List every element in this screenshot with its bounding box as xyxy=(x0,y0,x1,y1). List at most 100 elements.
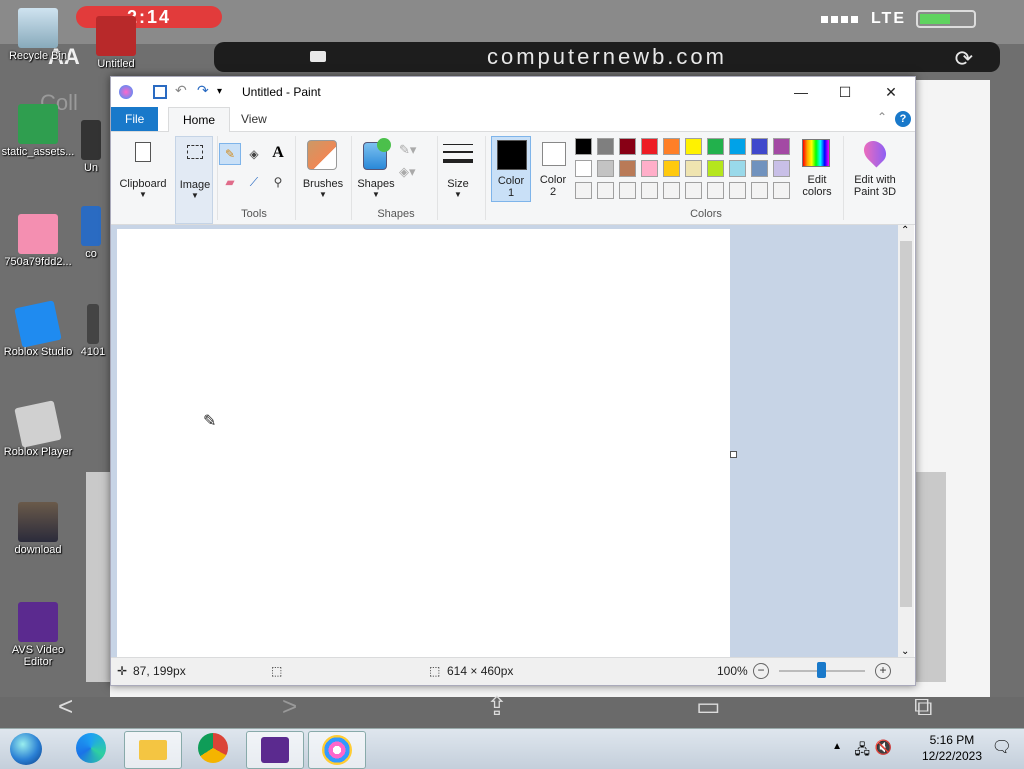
palette-swatch[interactable] xyxy=(707,160,724,177)
browser-url-bar[interactable]: computernewb.com ⟳ xyxy=(214,42,1000,72)
palette-swatch[interactable] xyxy=(641,160,658,177)
drawing-canvas[interactable]: ✎ xyxy=(117,229,730,657)
palette-swatch[interactable] xyxy=(619,160,636,177)
palette-swatch[interactable] xyxy=(619,138,636,155)
palette-swatch[interactable] xyxy=(729,138,746,155)
taskbar-chrome[interactable] xyxy=(186,731,242,767)
palette-swatch[interactable] xyxy=(729,160,746,177)
palette-swatch[interactable] xyxy=(641,138,658,155)
taskbar-file-explorer[interactable] xyxy=(124,731,182,769)
maximize-button[interactable]: ☐ xyxy=(825,81,865,103)
palette-swatch[interactable] xyxy=(751,138,768,155)
desktop-icon-static-assets[interactable]: static_assets... xyxy=(0,104,76,158)
desktop-icon-recycle-bin[interactable]: Recycle Bin xyxy=(0,8,76,62)
clipboard-button[interactable]: Clipboard ▼ xyxy=(115,136,171,206)
palette-swatch[interactable] xyxy=(685,160,702,177)
network-icon[interactable]: 🖧 xyxy=(854,739,870,763)
file-explorer-icon xyxy=(139,740,167,760)
fill-icon[interactable]: ◈ xyxy=(243,143,265,165)
help-icon[interactable]: ? xyxy=(895,111,911,127)
scroll-thumb[interactable] xyxy=(900,241,912,607)
fill-shape-icon[interactable]: ◈▾ xyxy=(399,164,423,182)
pencil-tool[interactable]: ✎ xyxy=(219,143,241,165)
reload-icon[interactable]: ⟳ xyxy=(955,44,976,74)
color1-button[interactable]: Color 1 xyxy=(491,136,531,202)
zoom-out-button[interactable]: − xyxy=(753,663,769,679)
zoom-in-button[interactable]: + xyxy=(875,663,891,679)
collapse-ribbon-icon[interactable]: ⌃ xyxy=(877,110,887,124)
taskbar-video-editor[interactable] xyxy=(246,731,304,769)
start-button[interactable] xyxy=(4,731,48,767)
desktop-icon-roblox-player[interactable]: Roblox Player xyxy=(0,400,76,458)
scroll-up-icon[interactable]: ⌃ xyxy=(901,225,909,236)
tab-home[interactable]: Home xyxy=(168,107,231,132)
zoom-slider-thumb[interactable] xyxy=(817,662,826,678)
palette-swatch[interactable] xyxy=(663,160,680,177)
scroll-down-icon[interactable]: ⌄ xyxy=(901,646,909,657)
taskbar-edge[interactable] xyxy=(64,731,120,767)
outline-icon[interactable]: ✎▾ xyxy=(399,142,423,160)
custom-color-slot[interactable] xyxy=(773,182,790,199)
custom-color-slot[interactable] xyxy=(707,182,724,199)
vertical-scrollbar[interactable]: ⌃ ⌄ xyxy=(898,225,914,657)
tabs-icon[interactable]: ⧉ xyxy=(914,691,933,723)
color-picker-icon[interactable]: ⟋ xyxy=(243,172,265,192)
save-icon[interactable] xyxy=(153,85,167,99)
palette-swatch[interactable] xyxy=(575,160,592,177)
close-button[interactable]: ✕ xyxy=(871,81,911,103)
shapes-button[interactable]: Shapes ▼ xyxy=(355,136,397,206)
size-button[interactable]: Size ▼ xyxy=(441,136,475,206)
palette-swatch[interactable] xyxy=(773,138,790,155)
desktop-icon-label: 4101 xyxy=(80,346,106,358)
canvas-area: ✎ xyxy=(111,225,898,657)
volume-muted-icon[interactable]: 🔇 xyxy=(875,739,892,756)
back-icon[interactable]: < xyxy=(58,691,73,722)
magnifier-icon[interactable]: ⚲ xyxy=(267,172,289,192)
edit-colors-button[interactable]: Edit colors xyxy=(797,136,837,202)
tab-view[interactable]: View xyxy=(227,107,281,131)
redo-icon[interactable]: ↷ xyxy=(197,82,211,98)
undo-icon[interactable]: ↶ xyxy=(175,82,189,98)
show-hidden-icons-icon[interactable]: ▲ xyxy=(832,741,842,752)
eraser-icon[interactable]: ▰ xyxy=(219,172,241,192)
custom-color-slot[interactable] xyxy=(729,182,746,199)
custom-color-slot[interactable] xyxy=(619,182,636,199)
desktop-icon-avs-video-editor[interactable]: AVS Video Editor xyxy=(0,602,76,668)
custom-color-slot[interactable] xyxy=(751,182,768,199)
share-icon[interactable]: ⇪ xyxy=(486,691,508,722)
desktop-icon-co[interactable]: co xyxy=(76,206,106,260)
brushes-button[interactable]: Brushes ▼ xyxy=(299,136,347,206)
customize-toolbar-icon[interactable]: ▾ xyxy=(217,86,231,100)
desktop-icon-untitled[interactable]: Untitled xyxy=(78,16,154,70)
palette-swatch[interactable] xyxy=(707,138,724,155)
desktop-icon-un[interactable]: Un xyxy=(76,120,106,174)
taskbar-clock[interactable]: 5:16 PM 12/22/2023 xyxy=(922,732,982,764)
desktop-icon-download[interactable]: download xyxy=(0,502,76,556)
palette-swatch[interactable] xyxy=(773,160,790,177)
tab-file[interactable]: File xyxy=(111,107,159,131)
custom-color-slot[interactable] xyxy=(575,182,592,199)
custom-color-slot[interactable] xyxy=(597,182,614,199)
minimize-button[interactable]: — xyxy=(781,81,821,103)
custom-color-slot[interactable] xyxy=(685,182,702,199)
desktop-icon-4101[interactable]: 4101 xyxy=(76,304,110,358)
desktop-icon-roblox-studio[interactable]: Roblox Studio xyxy=(0,300,76,358)
action-center-icon[interactable]: 🗨 xyxy=(992,737,1012,757)
palette-swatch[interactable] xyxy=(597,138,614,155)
palette-swatch[interactable] xyxy=(597,160,614,177)
custom-color-slot[interactable] xyxy=(641,182,658,199)
forward-icon[interactable]: > xyxy=(282,691,297,722)
palette-swatch[interactable] xyxy=(751,160,768,177)
custom-color-slot[interactable] xyxy=(663,182,680,199)
canvas-resize-handle[interactable] xyxy=(730,451,737,458)
palette-swatch[interactable] xyxy=(663,138,680,155)
bookmarks-icon[interactable]: ▭ xyxy=(696,691,721,722)
palette-swatch[interactable] xyxy=(685,138,702,155)
text-icon[interactable]: A xyxy=(267,142,289,164)
color2-button[interactable]: Color 2 xyxy=(535,136,571,202)
image-button[interactable]: Image ▼ xyxy=(175,136,213,224)
edit-with-paint3d-button[interactable]: Edit with Paint 3D xyxy=(847,136,903,202)
palette-swatch[interactable] xyxy=(575,138,592,155)
taskbar-paint[interactable] xyxy=(308,731,366,769)
desktop-icon-750a79fdd2[interactable]: 750a79fdd2... xyxy=(0,214,76,268)
